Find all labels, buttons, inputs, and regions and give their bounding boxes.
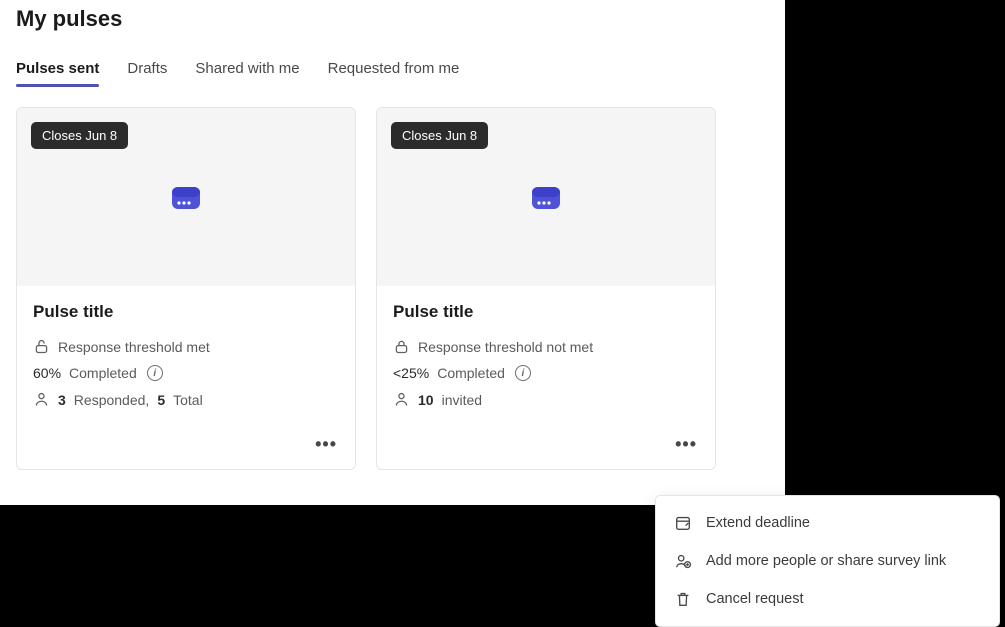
pulse-title: Pulse title bbox=[33, 302, 339, 322]
responded-count: 3 bbox=[58, 392, 66, 408]
card-header: Closes Jun 8 bbox=[17, 108, 355, 286]
invited-count: 10 bbox=[418, 392, 434, 408]
info-icon[interactable]: i bbox=[515, 365, 531, 381]
menu-item-label: Add more people or share survey link bbox=[706, 553, 946, 569]
menu-item-label: Cancel request bbox=[706, 591, 804, 607]
threshold-row: Response threshold not met bbox=[393, 338, 699, 355]
card-header: Closes Jun 8 bbox=[377, 108, 715, 286]
page-title: My pulses bbox=[16, 6, 769, 32]
menu-item-label: Extend deadline bbox=[706, 515, 810, 531]
pulse-card[interactable]: Closes Jun 8 Pulse title Response thr bbox=[376, 107, 716, 470]
calendar-edit-icon bbox=[674, 514, 692, 532]
card-body: Pulse title Response threshold met 60% C… bbox=[17, 286, 355, 430]
threshold-row: Response threshold met bbox=[33, 338, 339, 355]
app-container: My pulses Pulses sent Drafts Shared with… bbox=[0, 0, 785, 505]
context-menu: Extend deadline Add more people or share… bbox=[655, 495, 1000, 627]
more-menu-button[interactable]: ••• bbox=[669, 430, 703, 459]
menu-item-extend-deadline[interactable]: Extend deadline bbox=[656, 504, 999, 542]
trash-icon bbox=[674, 590, 692, 608]
tab-shared-with-me[interactable]: Shared with me bbox=[195, 60, 299, 85]
calendar-icon bbox=[170, 181, 202, 213]
person-icon bbox=[33, 391, 50, 408]
lock-open-icon bbox=[33, 338, 50, 355]
threshold-text: Response threshold not met bbox=[418, 339, 593, 355]
card-body: Pulse title Response threshold not met <… bbox=[377, 286, 715, 430]
completed-row: <25% Completed i bbox=[393, 365, 699, 381]
lock-icon bbox=[393, 338, 410, 355]
tabs: Pulses sent Drafts Shared with me Reques… bbox=[16, 60, 769, 85]
tab-pulses-sent[interactable]: Pulses sent bbox=[16, 60, 99, 85]
pulse-card[interactable]: Closes Jun 8 Pulse title Response thr bbox=[16, 107, 356, 470]
card-footer: ••• bbox=[17, 430, 355, 469]
completed-label: Completed bbox=[69, 365, 137, 381]
close-date-badge: Closes Jun 8 bbox=[391, 122, 488, 149]
people-add-icon bbox=[674, 552, 692, 570]
people-row: 10 invited bbox=[393, 391, 699, 408]
info-icon[interactable]: i bbox=[147, 365, 163, 381]
menu-item-add-people[interactable]: Add more people or share survey link bbox=[656, 542, 999, 580]
threshold-text: Response threshold met bbox=[58, 339, 210, 355]
card-footer: ••• bbox=[377, 430, 715, 469]
tab-requested-from-me[interactable]: Requested from me bbox=[328, 60, 460, 85]
total-count: 5 bbox=[157, 392, 165, 408]
calendar-icon bbox=[530, 181, 562, 213]
completed-row: 60% Completed i bbox=[33, 365, 339, 381]
people-row: 3 Responded, 5 Total bbox=[33, 391, 339, 408]
more-menu-button[interactable]: ••• bbox=[309, 430, 343, 459]
pulse-title: Pulse title bbox=[393, 302, 699, 322]
completed-pct: <25% bbox=[393, 365, 429, 381]
tab-drafts[interactable]: Drafts bbox=[127, 60, 167, 85]
responded-label: Responded, bbox=[74, 392, 150, 408]
cards-row: Closes Jun 8 Pulse title Response thr bbox=[16, 107, 769, 470]
completed-pct: 60% bbox=[33, 365, 61, 381]
menu-item-cancel-request[interactable]: Cancel request bbox=[656, 580, 999, 618]
invited-label: invited bbox=[442, 392, 482, 408]
completed-label: Completed bbox=[437, 365, 505, 381]
total-label: Total bbox=[173, 392, 203, 408]
close-date-badge: Closes Jun 8 bbox=[31, 122, 128, 149]
person-icon bbox=[393, 391, 410, 408]
